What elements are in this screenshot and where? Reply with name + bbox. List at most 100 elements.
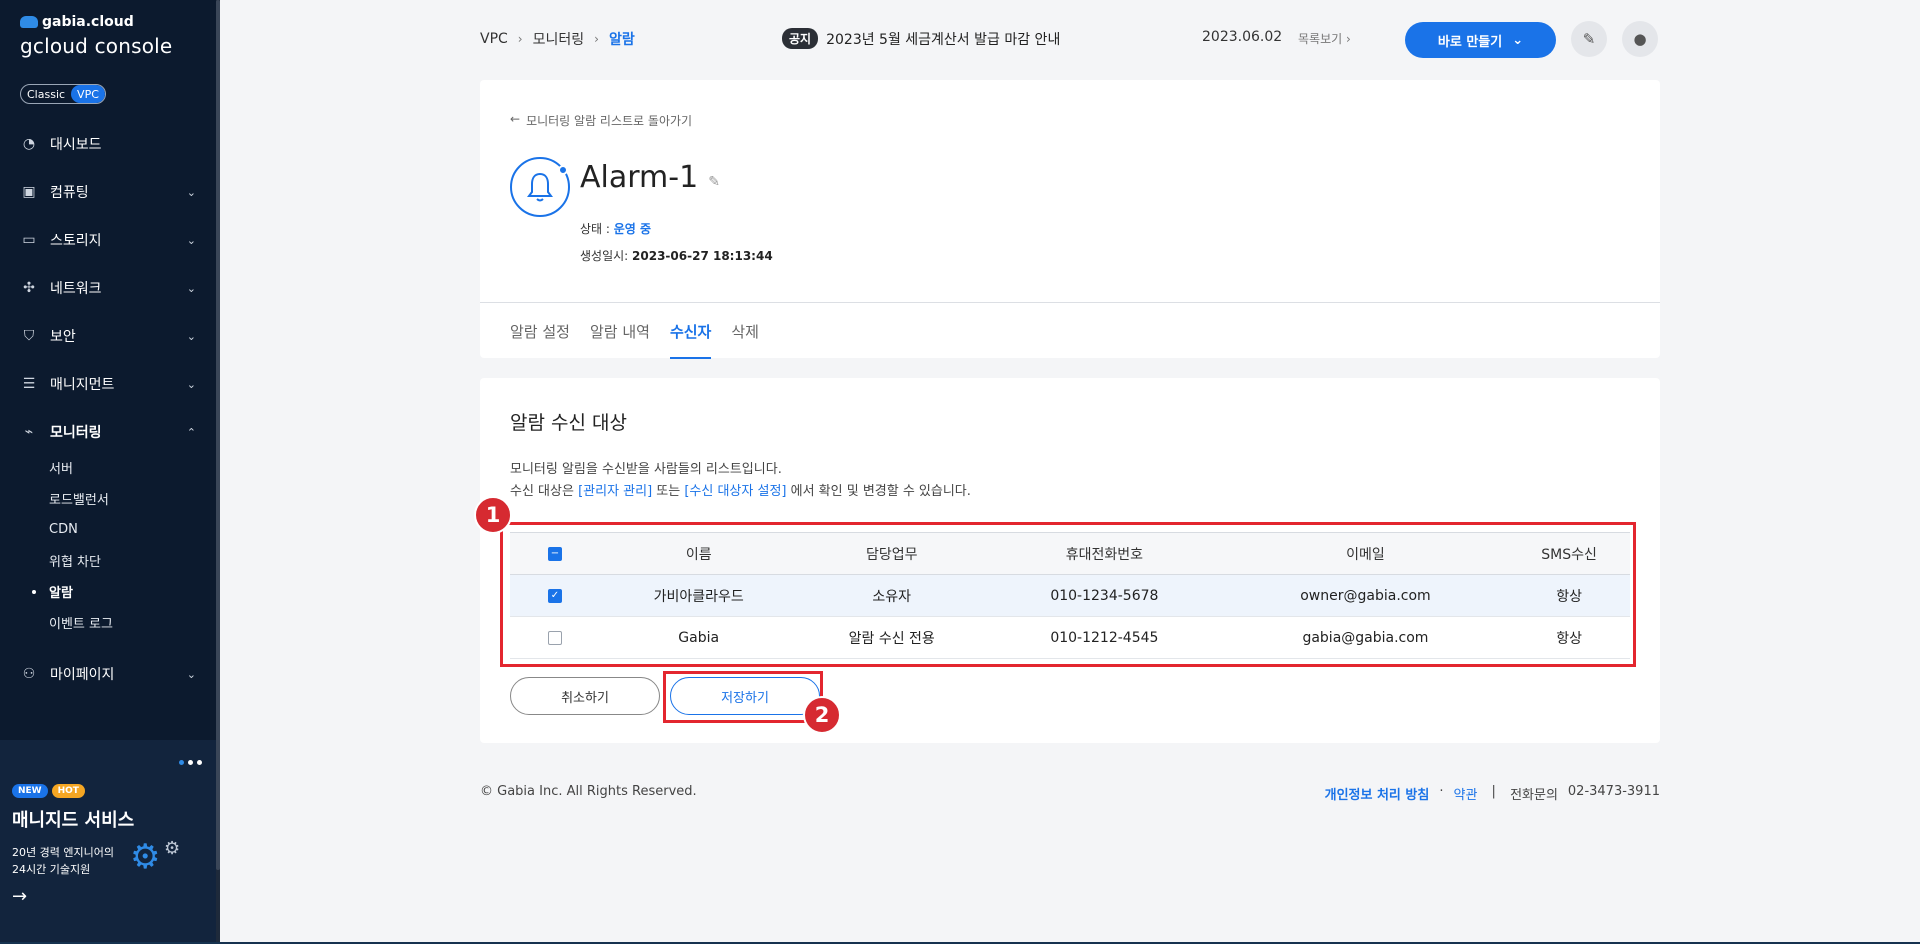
chevron-right-icon: › — [517, 32, 523, 46]
mode-toggle[interactable]: Classic VPC — [20, 84, 106, 104]
highlight-box-save — [663, 671, 823, 723]
sidebar-item-label: 대시보드 — [50, 137, 102, 153]
user-icon: ⚇ — [22, 666, 36, 682]
cloud-logo-icon — [20, 16, 38, 28]
pencil-icon[interactable]: ✎ — [708, 174, 720, 190]
privacy-link[interactable]: 개인정보 처리 방침 — [1325, 784, 1430, 803]
promo-desc-line: 24시간 기술지원 — [12, 863, 91, 876]
footer-divider: | — [1487, 784, 1501, 799]
phone-number: 02-3473-3911 — [1567, 784, 1660, 799]
created-label: 생성일시: — [580, 249, 633, 263]
sidebar-sub-event-log[interactable]: 이벤트 로그 — [49, 607, 216, 638]
cancel-button[interactable]: 취소하기 — [510, 677, 660, 715]
mode-vpc[interactable]: VPC — [71, 85, 105, 103]
shield-icon: ⛉ — [23, 328, 35, 344]
feedback-icon[interactable]: ✎ — [1571, 21, 1607, 57]
desc-text: 에서 확인 및 변경할 수 있습니다. — [786, 484, 971, 499]
chevron-down-icon: ⌄ — [186, 233, 196, 247]
bell-icon — [510, 157, 570, 217]
sidebar-item-label: 매니지먼트 — [50, 377, 115, 393]
promo-desc-line: 20년 경력 엔지니어의 — [12, 846, 114, 859]
chevron-down-icon: ⌄ — [186, 329, 196, 343]
sidebar-item-storage[interactable]: ▭ 스토리지 ⌄ — [0, 216, 216, 264]
sidebar-sub-alarm[interactable]: 알람 — [32, 576, 216, 607]
notice-more-link[interactable]: 목록보기 › — [1298, 30, 1351, 47]
sidebar-scrollbar[interactable] — [216, 0, 220, 944]
desc-text: 수신 대상은 — [510, 484, 579, 499]
brand-main: gcloud console — [20, 34, 173, 58]
gauge-icon: ◔ — [22, 136, 36, 152]
mode-classic[interactable]: Classic — [21, 85, 71, 103]
tab-recipients[interactable]: 수신자 — [669, 303, 712, 359]
notice-more-label: 목록보기 — [1298, 32, 1343, 46]
user-profile-icon[interactable]: ● — [1622, 21, 1658, 57]
sidebar-item-mypage[interactable]: ⚇ 마이페이지 ⌄ — [0, 650, 216, 698]
sidebar: gabia.cloud gcloud console Classic VPC ◔… — [0, 0, 220, 944]
network-icon: ✣ — [23, 280, 35, 296]
breadcrumb-monitoring[interactable]: 모니터링 — [533, 29, 585, 49]
hot-badge: HOT — [51, 784, 85, 798]
gear-small-icon: ⚙ — [164, 838, 181, 859]
terms-link[interactable]: 약관 — [1453, 784, 1477, 803]
notice-date: 2023.06.02 — [1202, 29, 1283, 45]
footer-links: 개인정보 처리 방침 · 약관 | 전화문의 02-3473-3911 — [1325, 784, 1660, 803]
status-value: 운영 중 — [613, 222, 652, 236]
chevron-down-icon: ⌄ — [186, 185, 196, 199]
sidebar-sub-loadbalancer[interactable]: 로드밸런서 — [49, 483, 216, 514]
notice[interactable]: 공지 2023년 5월 세금계산서 발급 마감 안내 — [782, 28, 1060, 49]
logo[interactable]: gabia.cloud gcloud console — [20, 14, 172, 58]
admin-manage-link[interactable]: [관리자 관리] — [578, 484, 652, 499]
server-icon: ☰ — [22, 376, 36, 392]
chevron-down-icon: ⌄ — [1512, 32, 1524, 48]
tab-alarm-history[interactable]: 알람 내역 — [590, 303, 650, 359]
chevron-up-icon: ⌃ — [186, 425, 196, 439]
sidebar-item-dashboard[interactable]: ◔ 대시보드 — [0, 120, 216, 168]
arrow-right-icon[interactable]: → — [12, 886, 27, 907]
sidebar-item-label: 모니터링 — [50, 425, 102, 441]
sidebar-item-computing[interactable]: ▣ 컴퓨팅 ⌄ — [0, 168, 216, 216]
alarm-header-card: ← 모니터링 알람 리스트로 돌아가기 Alarm-1 ✎ 상태 : 운영 중 생성… — [480, 80, 1660, 359]
promo-desc: 20년 경력 엔지니어의 24시간 기술지원 — [12, 844, 132, 878]
sidebar-sub-cdn[interactable]: CDN — [49, 514, 216, 545]
step-marker-1: 1 — [474, 496, 512, 534]
alarm-title: Alarm-1 ✎ — [580, 160, 720, 195]
sidebar-item-network[interactable]: ✣ 네트워크 ⌄ — [0, 264, 216, 312]
sidebar-item-label: 마이페이지 — [50, 667, 115, 683]
sidebar-item-monitoring[interactable]: ⌁ 모니터링 ⌃ — [0, 408, 216, 456]
tab-delete[interactable]: 삭제 — [731, 303, 759, 359]
promo-banner[interactable]: NEW HOT 매니지드 서비스 20년 경력 엔지니어의 24시간 기술지원 … — [0, 740, 216, 944]
desc-line: 모니터링 알림을 수신받을 사람들의 리스트입니다. — [510, 462, 782, 477]
promo-title: 매니지드 서비스 — [12, 810, 135, 831]
chevron-right-icon: › — [594, 32, 599, 46]
back-link[interactable]: ← 모니터링 알람 리스트로 돌아가기 — [510, 112, 692, 129]
sidebar-nav: ◔ 대시보드 ▣ 컴퓨팅 ⌄ ▭ 스토리지 ⌄ ✣ 네트워크 ⌄ ⛉ 보안 ⌄ ☰ 매니지먼트 ⌄ ⌁… — [0, 120, 216, 698]
gear-icon: ⚙ — [130, 837, 161, 877]
alarm-title-text: Alarm-1 — [580, 160, 699, 195]
chevron-right-icon: › — [1346, 32, 1351, 46]
chevron-down-icon: ⌄ — [186, 281, 196, 295]
notice-text[interactable]: 2023년 5월 세금계산서 발급 마감 안내 — [826, 29, 1060, 49]
breadcrumb: VPC › 모니터링 › 알람 — [480, 29, 635, 49]
highlight-box-table — [500, 522, 1636, 667]
sidebar-item-security[interactable]: ⛉ 보안 ⌄ — [0, 312, 216, 360]
new-badge: NEW — [12, 784, 48, 798]
chevron-down-icon: ⌄ — [186, 667, 196, 681]
alarm-tabs: 알람 설정 알람 내역 수신자 삭제 — [480, 302, 1660, 359]
quick-create-button[interactable]: 바로 만들기 ⌄ — [1405, 22, 1556, 58]
recipient-settings-link[interactable]: [수신 대상자 설정] — [684, 484, 786, 499]
step-marker-2: 2 — [803, 696, 841, 734]
sidebar-item-label: 보안 — [50, 329, 76, 345]
sidebar-item-label: 네트워크 — [50, 281, 102, 297]
chip-icon: ▣ — [22, 184, 36, 200]
sidebar-item-label: 컴퓨팅 — [50, 185, 89, 201]
back-link-label: 모니터링 알람 리스트로 돌아가기 — [526, 114, 693, 128]
sidebar-sub-threat-block[interactable]: 위협 차단 — [49, 545, 216, 576]
desc-line: 수신 대상은 [관리자 관리] 또는 [수신 대상자 설정] 에서 확인 및 변… — [510, 481, 971, 503]
tab-alarm-settings[interactable]: 알람 설정 — [510, 303, 570, 359]
carousel-dots[interactable] — [179, 760, 202, 765]
recipients-card: 알람 수신 대상 모니터링 알림을 수신받을 사람들의 리스트입니다. 수신 대… — [474, 378, 1660, 743]
breadcrumb-vpc[interactable]: VPC — [480, 31, 508, 47]
sidebar-item-label: 스토리지 — [50, 233, 102, 249]
sidebar-sub-server[interactable]: 서버 — [49, 452, 216, 483]
sidebar-item-management[interactable]: ☰ 매니지먼트 ⌄ — [0, 360, 216, 408]
